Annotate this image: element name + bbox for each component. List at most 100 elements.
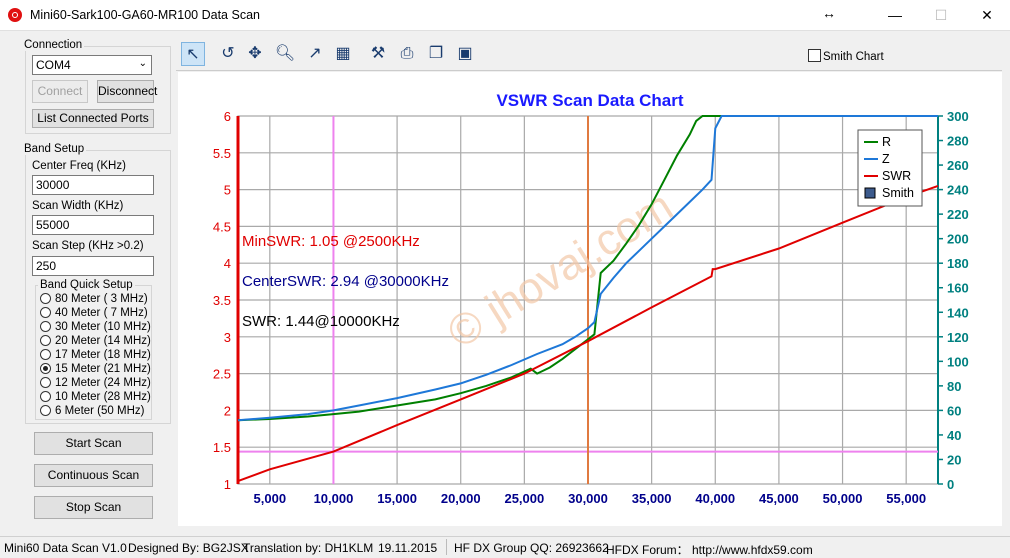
x-tick-label: 55,000 <box>886 491 926 506</box>
center-freq-input[interactable]: 30000 <box>32 175 154 195</box>
band-radio-label: 20 Meter (14 MHz) <box>55 335 151 347</box>
y-right-tick-label: 40 <box>947 428 961 443</box>
chart-title: VSWR Scan Data Chart <box>496 91 683 110</box>
y-right-tick-label: 300 <box>947 109 969 124</box>
scan-width-label: Scan Width (KHz) <box>32 200 124 212</box>
center-freq-label: Center Freq (KHz) <box>32 160 126 172</box>
band-radio[interactable]: 6 Meter (50 MHz) <box>40 405 144 419</box>
y-left-tick-label: 4 <box>224 256 231 271</box>
band-radio[interactable]: 20 Meter (14 MHz) <box>40 335 151 349</box>
maximize-button[interactable]: ☐ <box>918 0 964 30</box>
undo-icon[interactable]: ↺ <box>216 42 240 66</box>
save-icon[interactable]: ▣ <box>453 42 477 66</box>
status-separator <box>446 539 447 555</box>
y-right-tick-label: 180 <box>947 256 969 271</box>
y-left-tick-label: 4.5 <box>213 219 231 234</box>
y-left-tick-label: 2 <box>224 403 231 418</box>
port-select[interactable]: COM4 ⌄ <box>32 55 152 75</box>
start-scan-button[interactable]: Start Scan <box>34 432 153 455</box>
band-quick-label: Band Quick Setup <box>38 279 135 291</box>
band-radio[interactable]: 80 Meter ( 3 MHz) <box>40 293 148 307</box>
band-radio[interactable]: 15 Meter (21 MHz) <box>40 363 151 377</box>
disconnect-button[interactable]: Disconnect <box>97 80 157 103</box>
radio-unchecked-icon[interactable] <box>40 405 51 416</box>
status-version: Mini60 Data Scan V1.0 <box>4 541 127 555</box>
close-button[interactable]: ✕ <box>964 0 1010 30</box>
smith-chart-check-box[interactable] <box>808 49 821 62</box>
print-icon[interactable]: ⎙ <box>395 42 419 66</box>
x-tick-label: 15,000 <box>377 491 417 506</box>
band-radio[interactable]: 10 Meter (28 MHz) <box>40 391 151 405</box>
band-radio-label: 10 Meter (28 MHz) <box>55 391 151 403</box>
chevron-down-icon: ⌄ <box>138 58 147 69</box>
band-radio[interactable]: 40 Meter ( 7 MHz) <box>40 307 148 321</box>
pan-icon[interactable]: ✥ <box>243 42 267 66</box>
y-left-tick-label: 6 <box>224 109 231 124</box>
y-right-tick-label: 0 <box>947 477 954 492</box>
window-title: Mini60-Sark100-GA60-MR100 Data Scan <box>30 8 260 22</box>
band-radio[interactable]: 17 Meter (18 MHz) <box>40 349 151 363</box>
x-tick-label: 5,000 <box>254 491 287 506</box>
annotation-text: SWR: 1.44@10000KHz <box>242 313 400 330</box>
smith-chart-label: Smith Chart <box>823 51 884 63</box>
status-bar: Mini60 Data Scan V1.0 Designed By: BG2JS… <box>0 536 1010 557</box>
radio-unchecked-icon[interactable] <box>40 377 51 388</box>
radio-unchecked-icon[interactable] <box>40 335 51 346</box>
x-tick-label: 10,000 <box>314 491 354 506</box>
x-tick-label: 20,000 <box>441 491 481 506</box>
y-right-tick-label: 20 <box>947 452 961 467</box>
x-tick-label: 30,000 <box>568 491 608 506</box>
list-ports-button[interactable]: List Connected Ports <box>32 109 154 128</box>
radio-unchecked-icon[interactable] <box>40 391 51 402</box>
band-radio-label: 12 Meter (24 MHz) <box>55 377 151 389</box>
vswr-chart[interactable]: 1 1.5 2 2.5 3 3.5 4 4.5 5 5.5 6 5,000 10,000 15,000 20… <box>178 72 1002 526</box>
band-radio-label: 17 Meter (18 MHz) <box>55 349 151 361</box>
y-right-tick-label: 60 <box>947 403 961 418</box>
y-right-tick-label: 80 <box>947 379 961 394</box>
copy-icon[interactable]: ❐ <box>424 42 448 66</box>
smith-chart-checkbox[interactable]: Smith Chart <box>808 49 884 63</box>
status-translation: Translation by: DH1KLM <box>243 541 374 555</box>
x-tick-label: 35,000 <box>632 491 672 506</box>
chart-panel: 1 1.5 2 2.5 3 3.5 4 4.5 5 5.5 6 5,000 10,000 15,000 20… <box>178 72 1002 526</box>
band-radio-label: 30 Meter (10 MHz) <box>55 321 151 333</box>
stop-scan-button[interactable]: Stop Scan <box>34 496 153 519</box>
continuous-scan-button[interactable]: Continuous Scan <box>34 464 153 487</box>
scan-width-input[interactable]: 55000 <box>32 215 154 235</box>
y-right-tick-label: 160 <box>947 281 969 296</box>
x-tick-label: 40,000 <box>695 491 735 506</box>
zoom-icon[interactable]: 🔍︎ <box>273 42 297 66</box>
connect-button[interactable]: Connect <box>32 80 88 103</box>
y-right-tick-label: 220 <box>947 207 969 222</box>
pointer-icon[interactable]: ↖ <box>181 42 205 66</box>
band-radio[interactable]: 12 Meter (24 MHz) <box>40 377 151 391</box>
y-right-tick-label: 200 <box>947 232 969 247</box>
band-radio-label: 80 Meter ( 3 MHz) <box>55 293 148 305</box>
annotation-text: MinSWR: 1.05 @2500KHz <box>242 233 420 250</box>
annotation-text: CenterSWR: 2.94 @30000KHz <box>242 273 449 290</box>
band-radio-label: 40 Meter ( 7 MHz) <box>55 307 148 319</box>
settings-icon[interactable]: ⚒ <box>366 42 390 66</box>
legend-label: Z <box>882 152 890 166</box>
app-icon <box>8 8 22 22</box>
radio-unchecked-icon[interactable] <box>40 307 51 318</box>
table-icon[interactable]: ▦ <box>331 42 355 66</box>
status-designed: Designed By: BG2JSX <box>128 541 249 555</box>
radio-checked-icon[interactable] <box>40 363 51 374</box>
band-radio-label: 15 Meter (21 MHz) <box>55 363 151 375</box>
title-bar: Mini60-Sark100-GA60-MR100 Data Scan ↔ — … <box>0 0 1010 31</box>
radio-unchecked-icon[interactable] <box>40 349 51 360</box>
chart-toolbar: ↖ ↺ ✥ 🔍︎ ↗ ▦ ⚒ ⎙ ❐ ▣ Smith Chart <box>176 40 1002 71</box>
radio-unchecked-icon[interactable] <box>40 321 51 332</box>
radio-unchecked-icon[interactable] <box>40 293 51 304</box>
legend-swatch-smith <box>864 187 876 199</box>
export-icon[interactable]: ↗ <box>303 42 327 66</box>
y-right-tick-label: 120 <box>947 330 969 345</box>
y-right-tick-label: 140 <box>947 305 969 320</box>
minimize-button[interactable]: — <box>872 0 918 30</box>
y-left-tick-label: 1 <box>224 477 231 492</box>
connection-group-label: Connection <box>22 39 85 51</box>
scan-step-input[interactable]: 250 <box>32 256 154 276</box>
port-select-value: COM4 <box>36 58 71 72</box>
band-radio[interactable]: 30 Meter (10 MHz) <box>40 321 151 335</box>
